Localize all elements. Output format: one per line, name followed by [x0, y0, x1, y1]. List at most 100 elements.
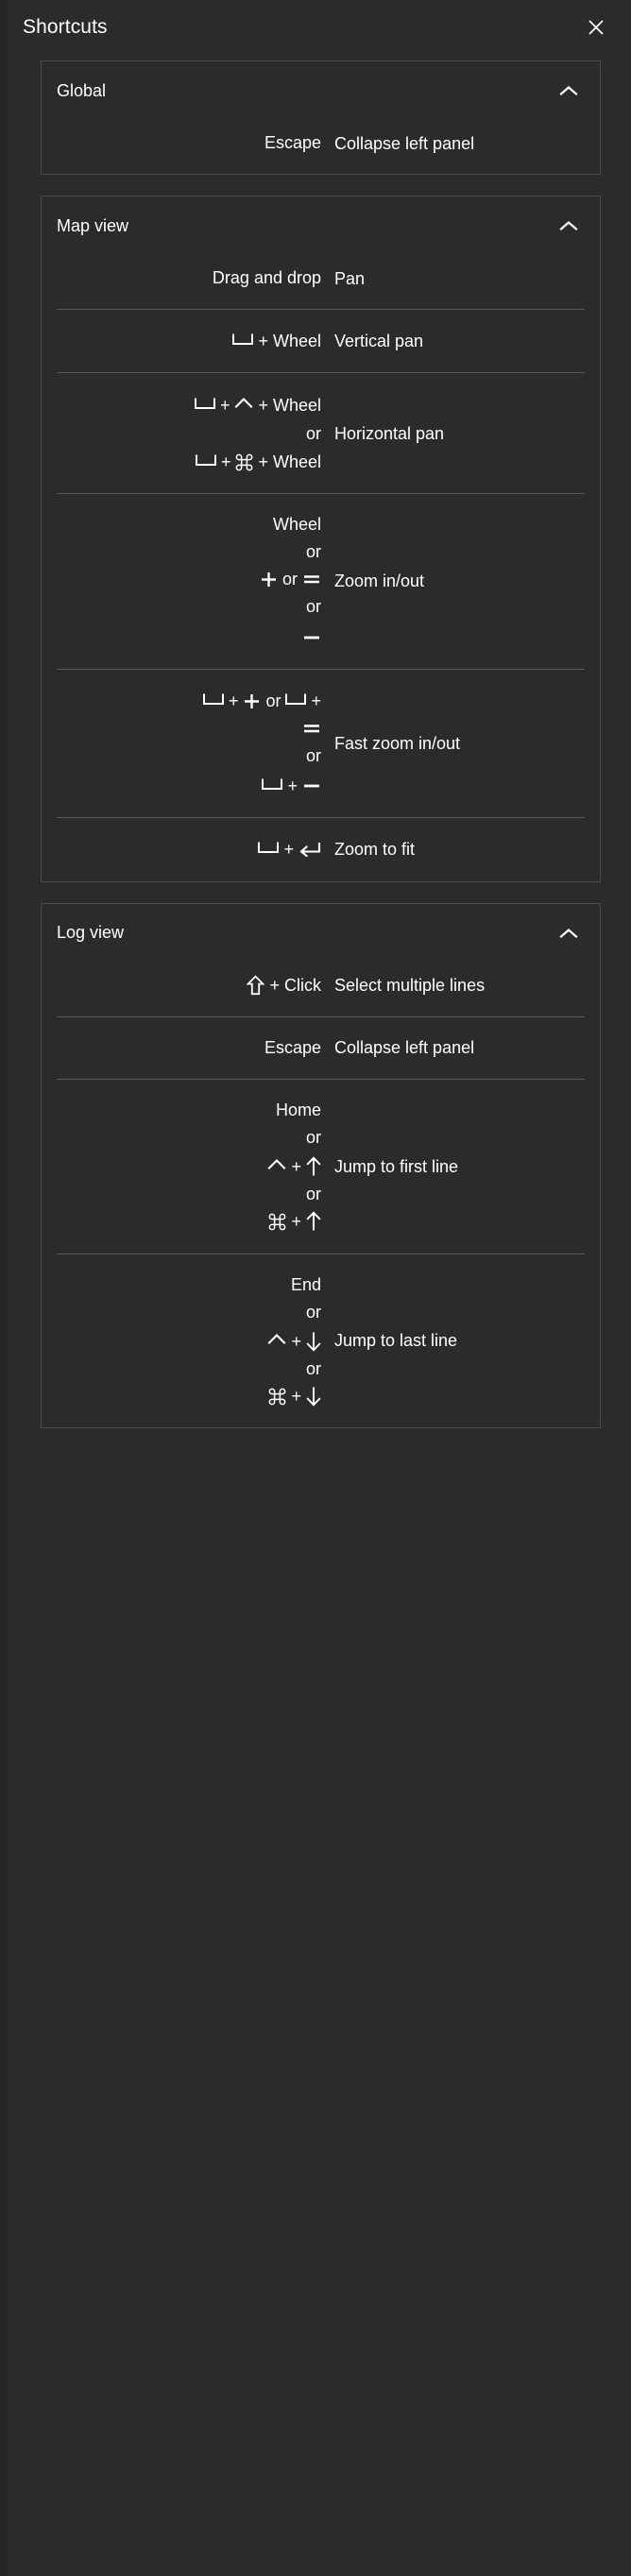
shortcut-description: Pan: [334, 268, 366, 288]
shortcut-row: Home or + or + Jump to first line: [57, 1078, 585, 1254]
key-escape: Escape: [264, 133, 321, 152]
shortcut-description: Jump to first line: [334, 1156, 459, 1176]
shortcut-keys-or: or: [265, 691, 281, 710]
shortcut-row: + Click Select multiple lines: [57, 963, 585, 1016]
section-log-view-body: + Click Select multiple lines Escape Coll…: [42, 963, 600, 1428]
key-joiner-plus: +: [258, 452, 268, 471]
shortcut-description: Fast zoom in/out: [334, 733, 461, 753]
shortcut-keys: + or + or +: [57, 687, 333, 801]
page-title: Shortcuts: [23, 16, 108, 38]
key-wheel: Wheel: [272, 452, 321, 471]
plus-key-icon: [243, 691, 261, 709]
shortcut-keys-line: or: [57, 566, 321, 593]
key-joiner-plus: +: [291, 1212, 301, 1232]
space-key-icon: [262, 772, 283, 791]
chevron-up-icon[interactable]: [556, 921, 581, 946]
arrow-down-key-icon: [306, 1386, 321, 1407]
shortcut-keys: +: [57, 835, 333, 863]
key-joiner-plus: +: [258, 332, 268, 351]
shortcut-keys: + Click: [57, 972, 333, 999]
shortcut-description: Collapse left panel: [334, 1038, 475, 1058]
space-key-icon: [258, 835, 280, 854]
key-joiner-plus: +: [219, 396, 230, 416]
chevron-up-icon[interactable]: [556, 213, 581, 238]
shortcut-keys-line: [57, 715, 321, 742]
section-map-view-body: Drag and drop Pan + Wheel Vertical pan +…: [42, 255, 600, 880]
shortcut-description: Vertical pan: [334, 332, 424, 351]
space-key-icon: [194, 391, 215, 410]
section-map-view: Map view Drag and drop Pan + Wheel Verti…: [41, 196, 601, 882]
minus-key-icon: [302, 770, 321, 788]
shortcut-keys: End or + or +: [57, 1271, 333, 1411]
shortcut-keys-line: +: [57, 1383, 321, 1410]
key-joiner-plus: +: [291, 1157, 301, 1177]
shortcut-row: Escape Collapse left panel: [57, 120, 585, 174]
key-joiner-plus: +: [287, 776, 298, 796]
key-joiner-plus: +: [311, 691, 321, 710]
shortcut-sections: Global Escape Collapse left panel Map vi…: [0, 55, 631, 1447]
shortcut-description: Zoom to fit: [334, 840, 416, 860]
section-global-header[interactable]: Global: [42, 61, 600, 120]
section-global-body: Escape Collapse left panel: [42, 120, 600, 174]
space-key-icon: [232, 327, 254, 346]
key-joiner-plus: +: [228, 691, 239, 710]
key-joiner-plus: +: [283, 840, 294, 860]
shortcut-description: Zoom in/out: [334, 571, 425, 591]
panel-left-edge: [0, 0, 8, 2576]
space-key-icon: [285, 687, 307, 705]
shortcut-keys: + + Wheel or + + Wheel: [57, 390, 333, 475]
shortcut-description: Collapse left panel: [334, 133, 475, 153]
key-wheel: Wheel: [272, 332, 321, 351]
return-key-icon: [298, 838, 321, 858]
section-log-view-header[interactable]: Log view: [42, 904, 600, 963]
shortcut-keys: Escape: [57, 129, 333, 157]
shortcut-keys: Drag and drop: [57, 264, 333, 292]
shortcut-keys-line: +: [57, 1152, 321, 1181]
shortcut-row: + + Wheel or + + Wheel Horizontal pan: [57, 372, 585, 492]
command-key-icon: [268, 1212, 286, 1231]
section-global: Global Escape Collapse left panel: [41, 60, 601, 176]
close-icon[interactable]: [582, 13, 610, 42]
equals-key-icon: [302, 716, 321, 733]
shortcut-keys: + Wheel: [57, 327, 333, 355]
shortcut-keys-line: + + Wheel: [57, 448, 321, 476]
shortcut-keys-or: or: [305, 542, 321, 562]
shortcut-keys: Escape: [57, 1034, 333, 1062]
minus-key-icon: [302, 622, 321, 639]
control-key-icon: [267, 1326, 286, 1344]
shift-key-icon: [246, 974, 266, 996]
plus-key-icon: [260, 570, 278, 588]
key-end: End: [290, 1274, 321, 1294]
shortcut-description: Jump to last line: [334, 1331, 458, 1351]
shortcut-row: End or + or + Jump to last line: [57, 1253, 585, 1428]
key-home: Home: [275, 1100, 321, 1119]
key-wheel: Wheel: [272, 396, 321, 416]
key-joiner-plus: +: [291, 1331, 301, 1351]
chevron-up-icon[interactable]: [556, 78, 581, 103]
key-joiner-plus: +: [220, 452, 231, 471]
shortcut-row: + or + or + Fast zoom in/out: [57, 668, 585, 818]
control-key-icon: [267, 1152, 286, 1170]
shortcut-description: Select multiple lines: [334, 976, 486, 996]
arrow-down-key-icon: [306, 1331, 321, 1352]
space-key-icon: [195, 448, 216, 466]
shortcut-description: Horizontal pan: [334, 423, 445, 443]
shortcut-row: + Zoom to fit: [57, 817, 585, 880]
shortcut-row: Wheel or or or Zoom in/out: [57, 492, 585, 669]
shortcut-row: + Wheel Vertical pan: [57, 309, 585, 372]
key-click: Click: [284, 975, 321, 995]
shortcuts-header: Shortcuts: [0, 0, 631, 55]
shortcut-keys-line: [57, 622, 321, 652]
key-joiner-plus: +: [269, 975, 280, 995]
section-map-view-title: Map view: [57, 215, 129, 235]
shortcut-keys: Wheel or or or: [57, 511, 333, 652]
shortcut-keys-or: or: [305, 1127, 321, 1147]
key-joiner-plus: +: [258, 396, 268, 416]
shortcut-keys-line: +: [57, 1326, 321, 1356]
shortcut-keys-or: or: [305, 1359, 321, 1379]
section-global-title: Global: [57, 80, 107, 100]
shortcuts-panel: Shortcuts Global Escape Collapse left pa…: [0, 0, 631, 2576]
section-map-view-header[interactable]: Map view: [42, 196, 600, 255]
space-key-icon: [202, 687, 224, 705]
shortcut-keys-line: + + Wheel: [57, 390, 321, 419]
